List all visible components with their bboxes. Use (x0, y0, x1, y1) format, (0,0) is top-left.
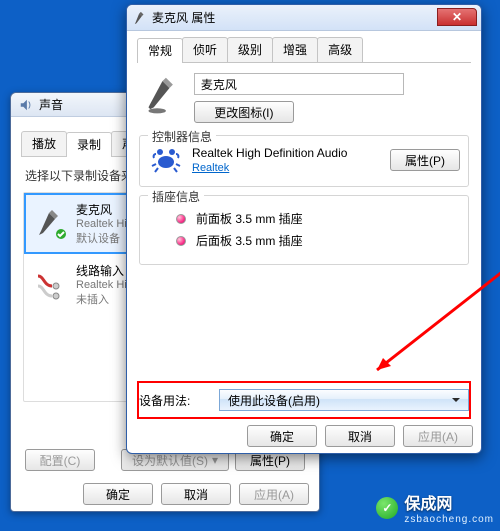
tab-playback[interactable]: 播放 (21, 131, 67, 156)
jack-item: 前面板 3.5 mm 插座 (176, 210, 460, 227)
ok-button[interactable]: 确定 (83, 483, 153, 505)
device-name: 线路输入 (76, 262, 133, 279)
realtek-crab-icon (150, 144, 182, 176)
prop-footer: 确定 取消 应用(A) (127, 425, 481, 447)
configure-button[interactable]: 配置(C) (25, 449, 95, 471)
line-in-icon (34, 268, 68, 302)
mic-small-icon (133, 11, 147, 25)
jack-label: 后面板 3.5 mm 插座 (196, 232, 303, 249)
mic-properties-window: 麦克风 属性 ✕ 常规 侦听 级别 增强 高级 更改图标(I) 控制器信息 (126, 4, 482, 454)
prop-tabs: 常规 侦听 级别 增强 高级 (137, 37, 471, 63)
tab-enhance[interactable]: 增强 (272, 37, 318, 62)
usage-label: 设备用法: (139, 392, 219, 409)
prop-title: 麦克风 属性 (152, 9, 215, 26)
tab-general[interactable]: 常规 (137, 38, 183, 63)
controller-legend: 控制器信息 (148, 128, 216, 145)
mic-large-icon (145, 73, 180, 119)
usage-value: 使用此设备(启用) (228, 392, 320, 409)
controller-info-group: 控制器信息 Realtek High Definition Audio Real… (139, 135, 469, 187)
watermark-brand: 保成网 (404, 490, 494, 514)
device-status: 未插入 (76, 291, 133, 307)
apply-button[interactable]: 应用(A) (239, 483, 309, 505)
close-icon: ✕ (452, 10, 462, 24)
tab-levels[interactable]: 级别 (227, 37, 273, 62)
vendor-link[interactable]: Realtek (192, 162, 229, 174)
controller-name: Realtek High Definition Audio (192, 146, 390, 160)
cancel-button[interactable]: 取消 (161, 483, 231, 505)
jack-pink-icon (176, 236, 186, 246)
name-row: 更改图标(I) (137, 63, 471, 127)
device-name: 麦克风 (76, 201, 133, 218)
cancel-button[interactable]: 取消 (325, 425, 395, 447)
device-sub: Realtek Hig (76, 218, 133, 230)
speaker-icon (19, 98, 33, 112)
jack-item: 后面板 3.5 mm 插座 (176, 232, 460, 249)
sound-footer: 确定 取消 应用(A) (11, 483, 319, 505)
watermark: ✓ 保成网 zsbaocheng.com (376, 490, 494, 525)
change-icon-button[interactable]: 更改图标(I) (194, 101, 294, 123)
apply-button[interactable]: 应用(A) (403, 425, 473, 447)
jack-legend: 插座信息 (148, 188, 204, 205)
ok-button[interactable]: 确定 (247, 425, 317, 447)
prop-titlebar: 麦克风 属性 ✕ (127, 5, 481, 31)
close-button[interactable]: ✕ (437, 8, 477, 26)
watermark-url: zsbaocheng.com (404, 514, 494, 525)
device-name-input[interactable] (194, 73, 404, 95)
jack-pink-icon (176, 214, 186, 224)
prop-body: 常规 侦听 级别 增强 高级 更改图标(I) 控制器信息 (127, 31, 481, 265)
jack-info-group: 插座信息 前面板 3.5 mm 插座 后面板 3.5 mm 插座 (139, 195, 469, 265)
tab-listen[interactable]: 侦听 (182, 37, 228, 62)
mic-icon (34, 207, 68, 241)
usage-row: 设备用法: 使用此设备(启用) (139, 389, 469, 411)
jack-label: 前面板 3.5 mm 插座 (196, 210, 303, 227)
device-sub: Realtek Hig (76, 279, 133, 291)
sound-title: 声音 (39, 96, 63, 113)
controller-props-button[interactable]: 属性(P) (390, 149, 460, 171)
usage-select[interactable]: 使用此设备(启用) (219, 389, 469, 411)
annotation-arrow (357, 267, 500, 377)
watermark-logo-icon: ✓ (376, 497, 398, 519)
tab-record[interactable]: 录制 (66, 132, 112, 157)
tab-advanced[interactable]: 高级 (317, 37, 363, 62)
device-status: 默认设备 (76, 230, 133, 246)
